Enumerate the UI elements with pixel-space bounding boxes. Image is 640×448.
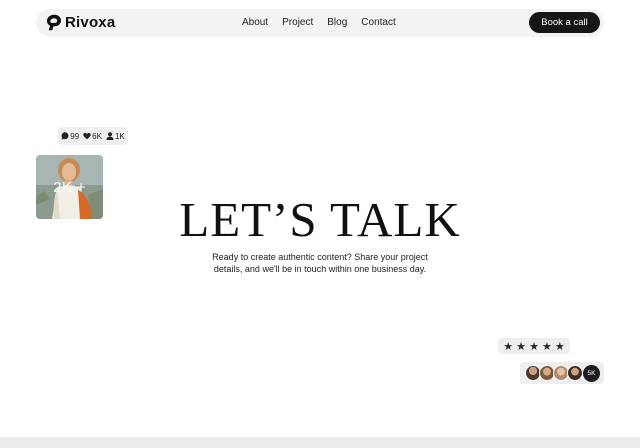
brand-name: Rivoxa (65, 14, 116, 31)
rating-stars-chip: ★ ★ ★ ★ ★ (498, 338, 570, 354)
followers-count: 1K (114, 131, 125, 141)
heart-icon (83, 132, 91, 140)
reviewer-avatars-chip: 5K (520, 362, 604, 384)
book-a-call-button[interactable]: Book a call (529, 12, 600, 33)
hero-subtext-line-2: details, and we'll be in touch within on… (213, 263, 427, 274)
comments-stat: 99 (61, 132, 79, 141)
nav-link-contact[interactable]: Contact (361, 17, 395, 28)
comment-icon (61, 132, 69, 140)
hero-subtext-line-1: Ready to create authentic content? Share… (212, 252, 428, 262)
brand-logo[interactable]: Rivoxa (46, 14, 115, 31)
comments-count: 99 (70, 131, 80, 141)
user-icon (106, 132, 114, 140)
hero-headline: LET’S TALK (179, 192, 461, 247)
nav-link-project[interactable]: Project (282, 17, 313, 28)
reviewers-count-badge: 5K (583, 364, 600, 382)
main-menu: About Project Blog Contact (242, 17, 396, 28)
avatar (567, 365, 583, 381)
nav-link-about[interactable]: About (242, 17, 268, 28)
social-stats-chip: 99 6K 1K (58, 127, 128, 145)
followers-stat: 1K (106, 132, 125, 141)
navbar: Rivoxa About Project Blog Contact Book a… (36, 9, 604, 37)
hero-subtext: Ready to create authentic content? Share… (180, 252, 460, 275)
section-divider (0, 437, 640, 448)
likes-count: 6K (92, 131, 102, 141)
rivoxa-logo-icon (47, 14, 61, 31)
likes-stat: 6K (83, 132, 102, 141)
nav-link-blog[interactable]: Blog (327, 17, 347, 28)
